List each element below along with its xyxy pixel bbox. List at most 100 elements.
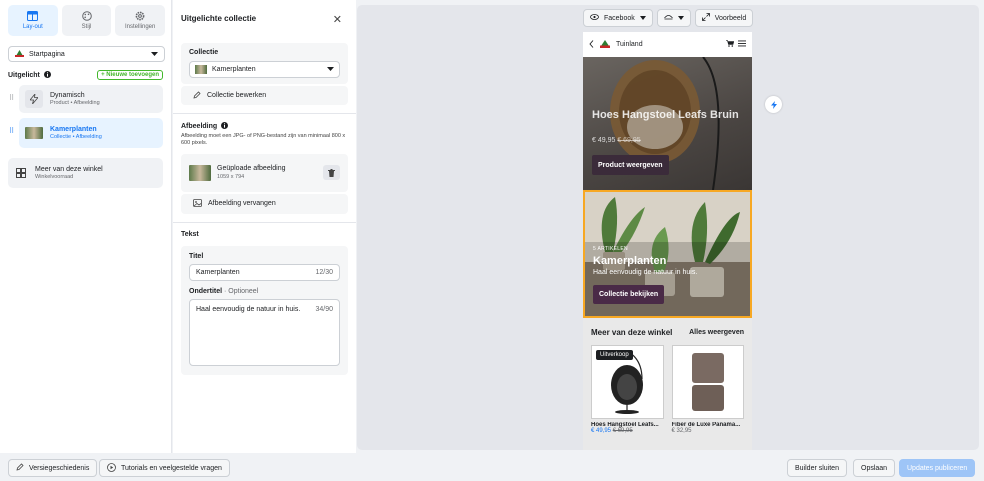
visibility-icon: [663, 14, 673, 22]
left-sidebar: Lay-out Stijl Instellingen Startpagina U…: [0, 0, 172, 453]
shop-preview: Tuinland Hoes Hangstoel Leafs Bruin € 49…: [583, 32, 752, 450]
save-button[interactable]: Opslaan: [853, 459, 896, 477]
version-history-button[interactable]: Versiegeschiedenis: [8, 459, 98, 477]
featured-item-title: Kamerplanten: [50, 126, 97, 133]
cushion-image: [691, 353, 724, 411]
view-collection-button[interactable]: Collectie bekijken: [593, 285, 665, 304]
see-all-link[interactable]: Alles weergeven: [689, 329, 744, 336]
hero-collection[interactable]: 5 ARTIKELEN Kamerplanten Haal eenvoudig …: [583, 190, 752, 318]
hero-product-title: Hoes Hangstoel Leafs Bruin: [592, 109, 739, 121]
play-icon: [107, 462, 116, 474]
info-icon[interactable]: [221, 122, 229, 131]
caret-down-icon: [639, 15, 646, 22]
product-price: € 32,95: [671, 428, 692, 434]
history-icon: [16, 463, 24, 473]
info-icon[interactable]: [43, 70, 51, 80]
uploaded-image-thumbnail: [189, 164, 211, 181]
tab-style[interactable]: Stijl: [61, 5, 112, 36]
title-label: Titel: [189, 252, 204, 260]
view-product-button[interactable]: Product weergeven: [592, 155, 669, 175]
publish-button[interactable]: Updates publiceren: [899, 459, 976, 477]
image-icon: [193, 198, 202, 209]
bottom-bar: Versiegeschiedenis Tutorials en veelgest…: [0, 453, 984, 481]
text-card: Titel Kamerplanten 12/30 Ondertitel · Op…: [181, 245, 348, 375]
hero-product-price: € 49,95 € 69,95: [592, 137, 641, 144]
featured-item-dynamic[interactable]: ⠿ Dynamisch Product • Afbeelding: [9, 85, 163, 113]
title-char-count: 12/30: [315, 268, 333, 276]
lightning-icon[interactable]: [765, 96, 782, 113]
collection-title: Kamerplanten: [593, 255, 667, 267]
preview-button[interactable]: Voorbeeld: [694, 9, 754, 27]
close-icon[interactable]: ✕: [333, 13, 342, 26]
text-section-title: Tekst: [181, 230, 199, 238]
layout-icon: [27, 11, 39, 21]
more-from-store-section: Meer van deze winkel Alles weergeven Uit…: [583, 318, 752, 450]
image-section-title: Afbeelding: [173, 114, 356, 131]
menu-icon[interactable]: [738, 40, 746, 49]
subtitle-label: Ondertitel · Optioneel: [189, 287, 259, 295]
tab-settings[interactable]: Instellingen: [115, 5, 166, 36]
gear-icon: [135, 11, 146, 21]
featured-item-kamerplanten[interactable]: ⠿ Kamerplanten Collectie • Afbeelding: [9, 118, 163, 148]
close-builder-button[interactable]: Builder sluiten: [787, 459, 847, 477]
drag-handle-icon[interactable]: ⠿: [9, 127, 14, 135]
featured-item-more-from-store[interactable]: Meer van deze winkel Winkelvoorraad: [8, 158, 163, 188]
featured-header: Uitgelicht + Nieuwe toevoegen: [8, 70, 163, 80]
expand-icon: [701, 13, 710, 23]
image-requirements: Afbeelding moet een JPG- of PNG-bestand …: [181, 133, 346, 147]
featured-item-subtitle: Product • Afbeelding: [50, 100, 100, 106]
subtitle-textarea[interactable]: Haal eenvoudig de natuur in huis. 34/90: [189, 298, 340, 366]
sale-badge: Uitverkoop: [596, 350, 633, 360]
uploaded-image-size: 1059 x 794: [217, 174, 245, 181]
store-logo-icon: [15, 49, 24, 59]
add-featured-button[interactable]: + Nieuwe toevoegen: [97, 70, 163, 80]
shop-header: Tuinland: [583, 32, 752, 57]
edit-collection-button[interactable]: Collectie bewerken: [181, 86, 348, 105]
title-input[interactable]: Kamerplanten 12/30: [189, 263, 340, 281]
pencil-icon: [193, 90, 201, 101]
settings-panel: Uitgelichte collectie ✕ Collectie Kamerp…: [173, 0, 356, 453]
plant-thumbnail: [195, 65, 207, 74]
product-card[interactable]: Fiber de Luxe Panama... € 32,95: [671, 345, 744, 434]
platform-select[interactable]: Facebook: [583, 9, 653, 27]
tutorials-button[interactable]: Tutorials en veelgestelde vragen: [99, 459, 230, 477]
caret-down-icon: [677, 15, 684, 22]
cart-icon[interactable]: [726, 40, 735, 49]
featured-item-subtitle: Winkelvoorraad: [35, 174, 74, 180]
replace-image-button[interactable]: Afbeelding vervangen: [181, 193, 348, 214]
preview-toolbar: Facebook Voorbeeld: [583, 9, 754, 27]
product-card[interactable]: Uitverkoop Hoes Hangstoel Leafs... € 49,…: [591, 345, 664, 434]
trash-icon: [328, 168, 335, 177]
delete-image-button[interactable]: [323, 165, 340, 181]
featured-item-subtitle: Collectie • Afbeelding: [50, 134, 102, 140]
back-icon[interactable]: [589, 39, 594, 50]
collection-item-count: 5 ARTIKELEN: [593, 246, 628, 252]
panel-title: Uitgelichte collectie: [181, 13, 257, 23]
featured-item-title: Meer van deze winkel: [35, 166, 103, 173]
more-section-title: Meer van deze winkel: [591, 328, 673, 337]
store-name: Tuinland: [616, 41, 643, 48]
hero-product[interactable]: Hoes Hangstoel Leafs Bruin € 49,95 € 69,…: [583, 57, 752, 190]
collection-select[interactable]: Kamerplanten: [189, 61, 340, 78]
product-price: € 49,95 € 69,95: [591, 428, 633, 434]
panel-header: Uitgelichte collectie ✕: [173, 0, 356, 36]
device-select[interactable]: [656, 9, 691, 27]
featured-item-title: Dynamisch: [50, 92, 85, 99]
product-list: Uitverkoop Hoes Hangstoel Leafs... € 49,…: [591, 345, 744, 434]
sidebar-tabs: Lay-out Stijl Instellingen: [0, 0, 171, 36]
page-select[interactable]: Startpagina: [8, 46, 165, 62]
collection-subtitle: Haal eenvoudig de natuur in huis.: [593, 269, 698, 276]
uploaded-image-card: Geüploade afbeelding 1059 x 794: [181, 153, 348, 192]
caret-down-icon: [151, 51, 158, 58]
dynamic-icon: [25, 90, 43, 108]
palette-icon: [81, 11, 92, 21]
drag-handle-icon[interactable]: ⠿: [9, 94, 14, 102]
plant-thumbnail: [25, 127, 43, 139]
grid-icon: [14, 166, 28, 180]
preview-area: Facebook Voorbeeld Tuinland Hoes Hangsto…: [357, 5, 979, 450]
tab-layout[interactable]: Lay-out: [8, 5, 58, 36]
store-logo-icon: [600, 39, 610, 50]
collection-card: Collectie Kamerplanten: [181, 43, 348, 84]
caret-down-icon: [327, 66, 334, 73]
collection-label: Collectie: [189, 49, 219, 56]
